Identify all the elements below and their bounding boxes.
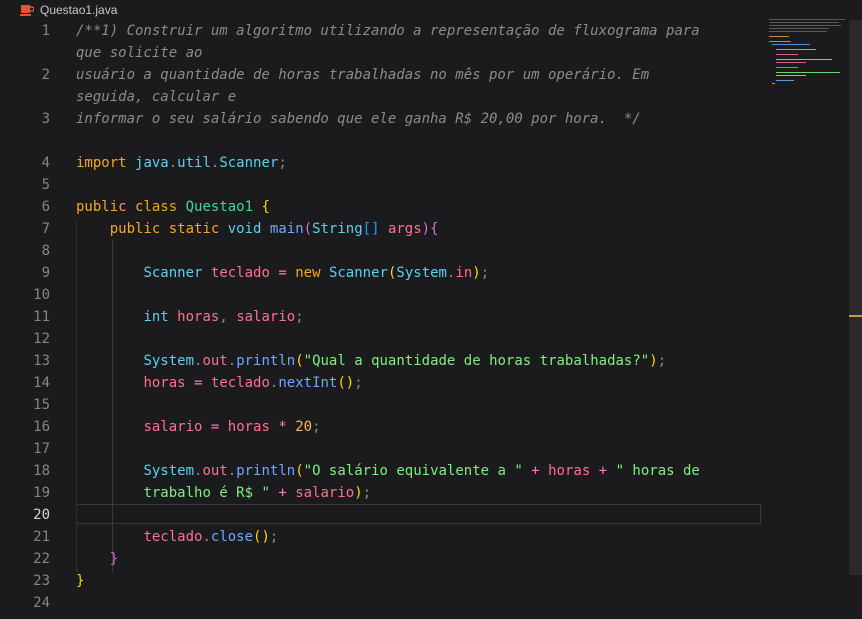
line-number: 24 (33, 595, 50, 611)
code-line-5: import java.util.Scanner; (76, 155, 287, 171)
line-number-active: 20 (33, 507, 50, 523)
line-number: 7 (41, 221, 50, 237)
line-number-gutter: 1 2 3 4 5 6 7 8 9 10 11 12 13 14 15 16 1… (0, 20, 62, 619)
line-number: 16 (33, 419, 50, 435)
code-line-15: horas = teclado.nextInt(); (143, 375, 363, 391)
line-number: 15 (33, 397, 50, 413)
line-number: 18 (33, 463, 50, 479)
line-number: 23 (33, 573, 50, 589)
code-line-7: public class Questao1 { (76, 199, 270, 215)
scrollbar-cursor-marker (849, 315, 862, 317)
line-number: 6 (41, 199, 50, 215)
line-number: 14 (33, 375, 50, 391)
code-line-21: teclado.close(); (143, 529, 279, 545)
code-line-19-wrap: trabalho é R$ " + salario); (143, 485, 372, 501)
line-number: 5 (41, 177, 50, 193)
code-line-3: informar o seu salário sabendo que ele g… (76, 111, 641, 127)
code-line-14: System.out.println("Qual a quantidade de… (143, 353, 667, 369)
line-number: 21 (33, 529, 50, 545)
code-line-23: } (76, 573, 85, 589)
code-line-19: System.out.println("O salário equivalent… (143, 463, 700, 479)
code-line-2-wrap: seguida, calcular e (76, 89, 237, 105)
code-line-1: /**1) Construir um algoritmo utilizando … (76, 23, 700, 39)
code-line-17: salario = horas * 20; (143, 419, 321, 435)
line-number: 17 (33, 441, 50, 457)
line-number: 9 (41, 265, 50, 281)
line-number: 10 (33, 287, 50, 303)
line-number: 4 (41, 155, 50, 171)
editor-tab-bar: Questao1.java (0, 0, 862, 20)
line-number: 11 (33, 309, 50, 325)
line-number: 3 (41, 111, 50, 127)
line-number: 1 (41, 23, 50, 39)
line-number: 13 (33, 353, 50, 369)
file-tab[interactable]: Questao1.java (20, 1, 117, 19)
line-number: 2 (41, 67, 50, 83)
code-editor[interactable]: /**1) Construir um algoritmo utilizando … (76, 20, 766, 619)
java-file-icon (20, 4, 34, 16)
file-tab-label: Questao1.java (40, 3, 118, 17)
code-line-1-wrap: que solicite ao (76, 45, 203, 61)
line-number: 8 (41, 243, 50, 259)
line-number: 12 (33, 331, 50, 347)
code-line-2: usuário a quantidade de horas trabalhada… (76, 67, 650, 83)
line-number: 19 (33, 485, 50, 501)
code-line-8: public static void main(String[] args){ (109, 221, 439, 237)
code-line-10: Scanner teclado = new Scanner(System.in)… (143, 265, 490, 281)
minimap[interactable] (766, 16, 848, 86)
code-line-12: int horas, salario; (143, 309, 304, 325)
code-line-22: } (109, 551, 119, 567)
vertical-scrollbar[interactable] (849, 20, 862, 575)
line-number: 22 (33, 551, 50, 567)
